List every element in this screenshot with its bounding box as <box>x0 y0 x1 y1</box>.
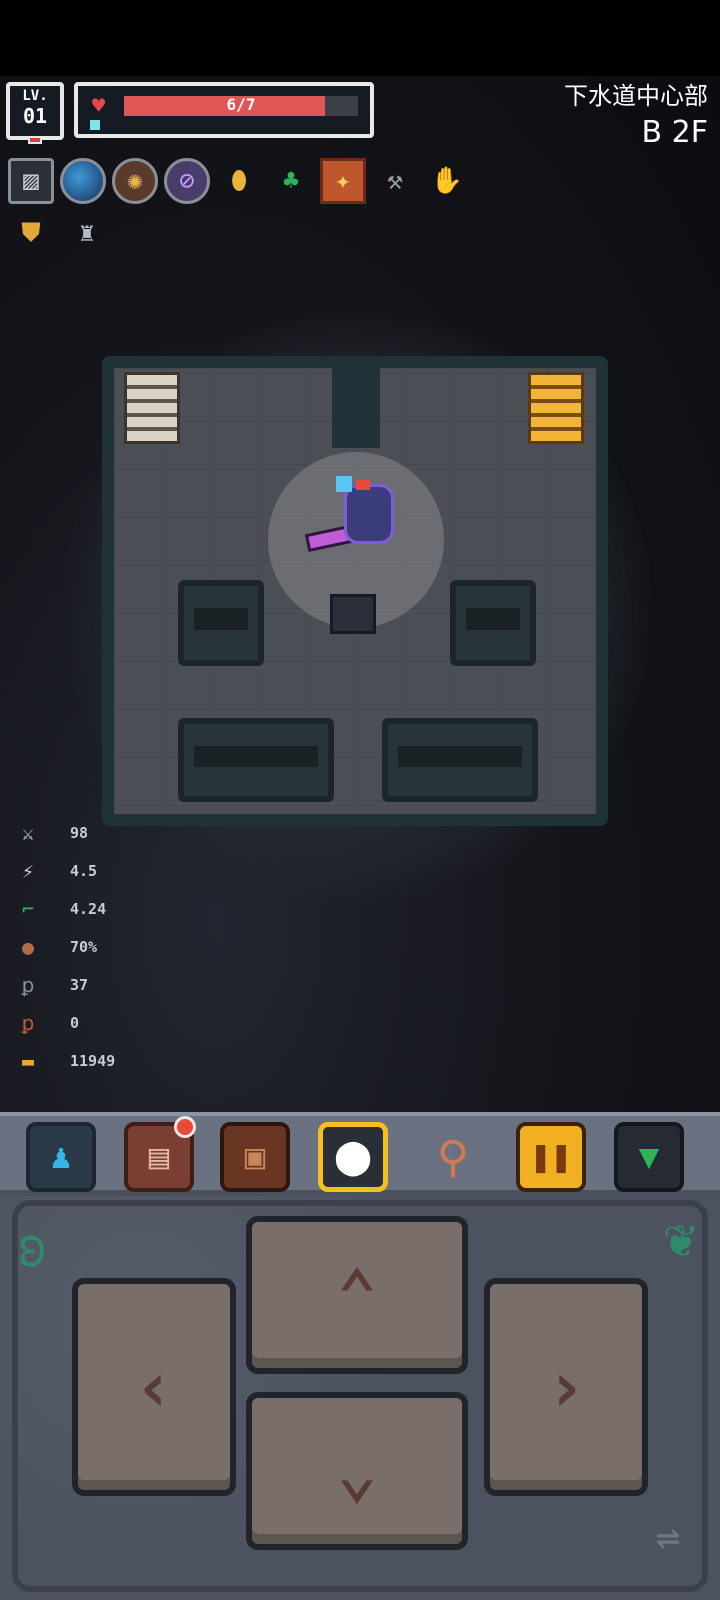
axe-icon[interactable]: ⚒ <box>372 158 418 204</box>
key-icon: ꝑ <box>21 973 35 997</box>
stat-value: 11949 <box>70 1052 116 1070</box>
chevron-down-icon: ⌄ <box>335 1430 379 1512</box>
collapse-button[interactable]: ▼ <box>614 1122 684 1192</box>
bag-icon: ▣ <box>244 1137 266 1177</box>
player-character[interactable] <box>304 476 406 556</box>
leaf-decoration-icon: ❦ <box>663 1206 696 1269</box>
heart-icon: ♥ <box>92 94 106 119</box>
boot-icon: ⌐ <box>21 897 35 921</box>
floor-grate <box>382 718 538 802</box>
target-button[interactable]: ⬤ <box>318 1122 388 1192</box>
dpad-down-button[interactable]: ⌄ <box>246 1392 468 1550</box>
controller-pad: ʚ ❦ ⌃ ‹ › ⌄ ⇌ <box>0 1196 720 1600</box>
stat-keys: ꝑ 37 <box>14 966 115 1004</box>
book-icon: ▤ <box>148 1137 170 1177</box>
book-button[interactable]: ▤ <box>124 1116 196 1192</box>
action-toolbar: ♟ ▤ ▣ ⬤ ⚲ ❚❚ ▼ <box>0 1112 720 1196</box>
crossed-swords-icon: ⚔ <box>21 821 35 845</box>
hp-text: 6/7 <box>226 95 256 114</box>
shield-icon[interactable]: ⛊ <box>8 210 54 256</box>
stat-red-keys: ꝑ 0 <box>14 1004 115 1042</box>
hp-bar: ♥ 6/7 <box>74 82 374 138</box>
gold-nugget-icon[interactable]: ⬮ <box>216 158 262 204</box>
level-label: LV. <box>22 88 48 104</box>
dungeon-room[interactable] <box>102 356 608 826</box>
gauntlet-icon[interactable]: ✋ <box>424 158 470 204</box>
magnifier-icon: ⚲ <box>436 1131 470 1183</box>
stairs-up-icon[interactable] <box>124 372 180 444</box>
emblem-icon[interactable]: ✺ <box>112 158 158 204</box>
stat-attack-speed: ⚡ 4.5 <box>14 852 115 890</box>
clover-icon[interactable]: ♣ <box>268 158 314 204</box>
chevron-up-icon: ⌃ <box>335 1254 379 1336</box>
pause-button[interactable]: ❚❚ <box>516 1122 586 1192</box>
dpad-up-button[interactable]: ⌃ <box>246 1216 468 1374</box>
vine-decoration-icon: ʚ <box>16 1216 49 1279</box>
down-arrow-icon: ▼ <box>638 1137 660 1177</box>
stairs-down-icon[interactable] <box>528 372 584 444</box>
pause-icon: ❚❚ <box>530 1137 572 1177</box>
rune-square-icon[interactable]: ✦ <box>320 158 366 204</box>
floor-label: B 2F <box>641 115 708 150</box>
stat-value: 98 <box>70 824 89 842</box>
bag-button[interactable]: ▣ <box>220 1122 290 1192</box>
swap-icon[interactable]: ⇌ <box>656 1514 680 1560</box>
stats-panel: ⚔ 98 ⚡ 4.5 ⌐ 4.24 ● 70% ꝑ 37 ꝑ 0 ▬ 11949 <box>14 814 116 1080</box>
search-button[interactable]: ⚲ <box>418 1122 488 1192</box>
crate-icon[interactable] <box>330 594 376 634</box>
sword-speed-icon: ⚡ <box>21 859 35 883</box>
orb-icon[interactable] <box>60 158 106 204</box>
dpad-right-button[interactable]: › <box>484 1278 648 1496</box>
person-icon: ♟ <box>50 1137 72 1177</box>
character-button[interactable]: ♟ <box>26 1122 96 1192</box>
stat-value: 70% <box>70 938 98 956</box>
level-badge[interactable]: LV. 01 <box>6 82 64 144</box>
stat-value: 4.24 <box>70 900 107 918</box>
stat-defense: ● 70% <box>14 928 115 966</box>
mana-pip <box>90 120 100 130</box>
location-name: 下水道中心部 <box>564 82 708 110</box>
stat-value: 37 <box>70 976 89 994</box>
floor-grate <box>450 580 536 666</box>
level-value: 01 <box>22 104 48 128</box>
location-info: 下水道中心部 B 2F <box>564 76 708 150</box>
slot-icon[interactable]: ▨ <box>8 158 54 204</box>
stat-attack: ⚔ 98 <box>14 814 115 852</box>
tower-icon[interactable]: ♜ <box>64 210 110 256</box>
chevron-right-icon: › <box>544 1346 588 1428</box>
stat-gold: ▬ 11949 <box>14 1042 115 1080</box>
dpad-left-button[interactable]: ‹ <box>72 1278 236 1496</box>
round-shield-icon: ● <box>21 935 35 959</box>
wall-notch <box>332 356 380 448</box>
red-key-icon: ꝑ <box>21 1011 35 1035</box>
compass-icon[interactable]: ⊘ <box>164 158 210 204</box>
stat-value: 0 <box>70 1014 80 1032</box>
stat-move-speed: ⌐ 4.24 <box>14 890 115 928</box>
stat-value: 4.5 <box>70 862 98 880</box>
target-icon: ⬤ <box>333 1137 373 1177</box>
equipment-row: ▨ ✺ ⊘ ⬮ ♣ ✦ ⚒ ✋ <box>8 158 470 204</box>
equipment-row-2: ⛊ ♜ <box>8 210 110 256</box>
floor-grate <box>178 580 264 666</box>
chevron-left-icon: ‹ <box>132 1346 176 1428</box>
floor-grate <box>178 718 334 802</box>
system-status-bar <box>0 0 720 76</box>
gold-coin-icon: ▬ <box>21 1049 35 1073</box>
notification-badge <box>174 1116 196 1138</box>
